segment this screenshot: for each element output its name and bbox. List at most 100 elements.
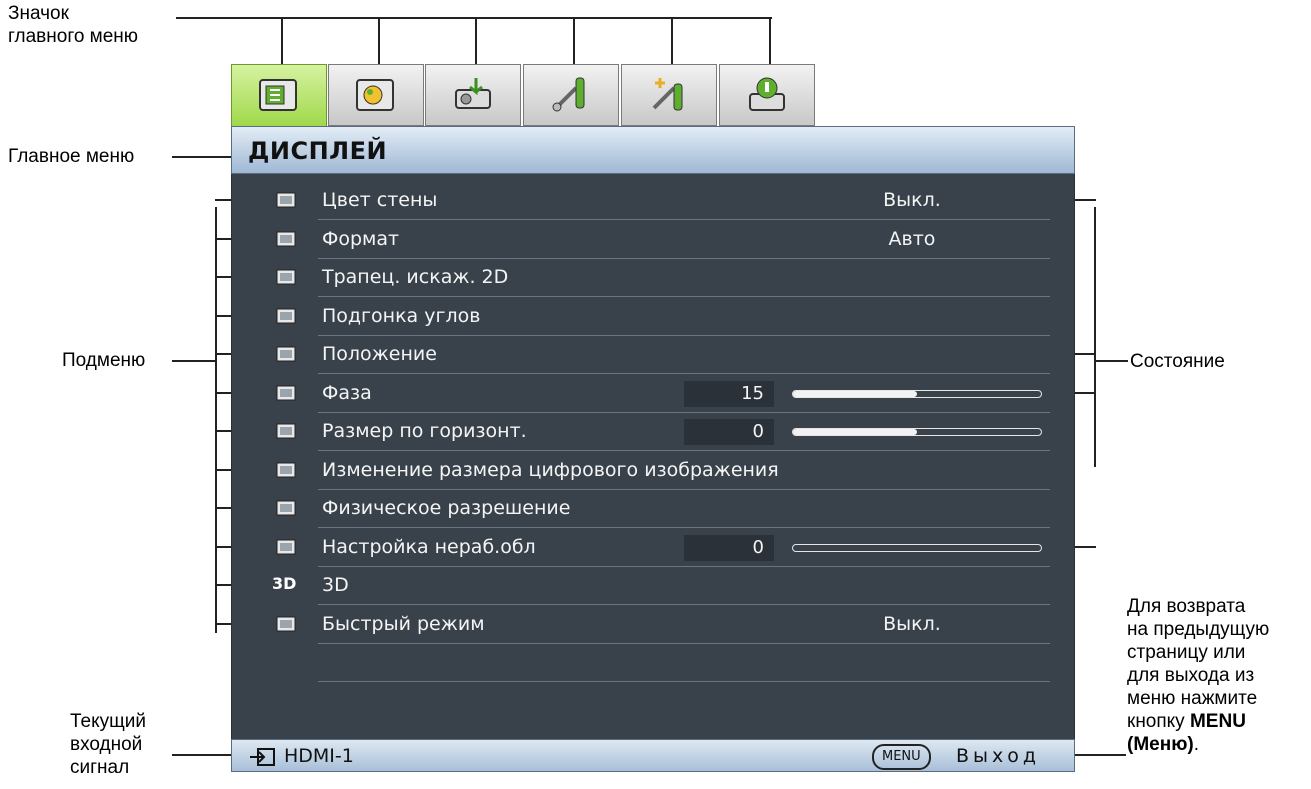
annotation-line: для выхода из (1127, 665, 1255, 686)
empty-row (232, 644, 1076, 682)
tab-display[interactable] (231, 64, 327, 128)
tab-source[interactable] (425, 64, 521, 126)
system-setup-advanced-icon (652, 78, 683, 111)
submenu-row[interactable]: Изменение размера цифрового изображения (232, 452, 1076, 490)
current-input-source: HDMI-1 (284, 745, 354, 767)
annotation-line: Значок (8, 3, 69, 24)
annotation-text: кнопку (1127, 711, 1190, 732)
tab-system-advanced[interactable] (621, 64, 717, 126)
submenu-row[interactable]: Быстрый режим Выкл. (232, 606, 1076, 644)
row-divider (318, 681, 1050, 682)
palette-icon (276, 191, 296, 209)
h-size-icon (276, 422, 296, 440)
submenu-label: Изменение размера цифрового изображения (322, 458, 779, 481)
source-menu-icon (455, 78, 491, 109)
submenu-label: Физическое разрешение (322, 497, 571, 519)
information-icon (749, 77, 785, 111)
submenu-row[interactable]: Цвет стены Выкл. (232, 182, 1076, 220)
exit-label[interactable]: Выход (956, 745, 1040, 767)
submenu-row[interactable]: Положение (232, 336, 1076, 374)
tab-information[interactable] (719, 64, 815, 126)
callout-line-tab6 (769, 17, 771, 67)
submenu-label: Размер по горизонт. (322, 420, 527, 442)
annotation-line: (Меню). (1127, 733, 1269, 756)
submenu-row[interactable]: Физическое разрешение (232, 490, 1076, 528)
callout-line-tab4 (573, 17, 575, 67)
submenu-row[interactable]: Фаза 15 (232, 375, 1076, 413)
submenu-label: 3D (322, 574, 349, 596)
submenu-row[interactable]: Подгонка углов (232, 298, 1076, 336)
osd-menu: ДИСПЛЕЙ Цвет стены Выкл. Формат Авто Трапец.… (231, 64, 1075, 772)
submenu-label: Настройка нераб.обл (322, 535, 536, 558)
annotation-line: страницу или (1127, 642, 1246, 663)
submenu-label: Формат (322, 227, 400, 250)
system-setup-basic-icon (552, 77, 585, 112)
callout-line-tab3 (475, 17, 477, 67)
callout-line-tabs-top (176, 17, 772, 19)
annotation-text: . (1193, 734, 1200, 755)
3d-icon: 3D (272, 574, 297, 593)
aspect-ratio-icon (276, 230, 296, 248)
submenu-label: Подгонка углов (322, 304, 481, 327)
value-box: 0 (684, 534, 774, 561)
submenu-row[interactable]: Размер по горизонт. 0 (232, 413, 1076, 451)
value-slider[interactable] (792, 428, 1042, 436)
annotation-line: на предыдущую (1127, 619, 1270, 640)
annotation-current-input: Текущий входной сигнал (70, 710, 146, 779)
submenu-label: Трапец. искаж. 2D (322, 266, 509, 288)
submenu-row[interactable]: Трапец. искаж. 2D (232, 259, 1076, 297)
annotation-line: входной (70, 734, 143, 755)
submenu-list: Цвет стены Выкл. Формат Авто Трапец. искаж. … (231, 174, 1075, 739)
annotation-line: меню нажмите (1127, 688, 1258, 709)
annotation-line: кнопку MENU (1127, 710, 1269, 733)
value-slider[interactable] (792, 389, 1042, 398)
value-box: 0 (684, 419, 774, 445)
annotation-back-hint: Для возврата на предыдущую страницу или … (1127, 595, 1269, 756)
annotation-main-menu: Главное меню (8, 146, 135, 167)
callout-line-tab2 (378, 17, 380, 67)
callout-line-main-menu (172, 156, 238, 158)
callout-line-tab1 (281, 17, 283, 67)
main-menu-header: ДИСПЛЕЙ (231, 126, 1075, 174)
native-resolution-icon (276, 499, 296, 517)
value-slider[interactable] (792, 543, 1042, 552)
digital-zoom-icon (276, 461, 296, 479)
phase-icon (276, 384, 296, 402)
callout-line-input (172, 754, 234, 756)
menu-key-badge[interactable]: MENU (872, 744, 931, 770)
submenu-row[interactable]: Настройка нераб.обл 0 (232, 529, 1076, 567)
annotation-main-menu-icon: Значок главного меню (8, 2, 138, 48)
slider-fill (793, 429, 917, 435)
annotation-bold: (Меню) (1127, 734, 1194, 755)
submenu-label: Положение (322, 343, 437, 365)
submenu-label: Быстрый режим (322, 612, 485, 635)
submenu-label: Цвет стены (322, 189, 438, 211)
slider-fill (793, 390, 917, 397)
annotation-line: сигнал (70, 757, 130, 778)
annotation-bold: MENU (1189, 711, 1246, 732)
annotation-line: Текущий (70, 711, 146, 732)
value-number: 15 (741, 382, 764, 404)
overscan-icon (276, 538, 296, 556)
fast-mode-icon (276, 615, 296, 633)
submenu-value: Выкл. (883, 189, 941, 211)
picture-menu-icon (356, 79, 394, 111)
tab-picture[interactable] (328, 64, 424, 126)
submenu-value: Авто (888, 227, 936, 250)
callout-bracket-submenu (215, 207, 217, 633)
main-menu-tabs (231, 64, 1075, 128)
display-menu-icon (259, 79, 297, 111)
submenu-label: Фаза (322, 381, 372, 404)
position-icon (276, 345, 296, 363)
corner-fit-icon (276, 307, 296, 325)
tab-system-basic[interactable] (523, 64, 619, 126)
input-source-icon (250, 748, 275, 766)
annotation-submenu: Подменю (62, 350, 146, 371)
menu-footer: HDMI-1 MENU Выход (231, 739, 1075, 772)
value-number: 0 (752, 536, 764, 558)
value-number: 0 (752, 421, 764, 442)
submenu-row[interactable]: Формат Авто (232, 221, 1076, 259)
submenu-row[interactable]: 3D 3D (232, 567, 1076, 605)
callout-line-submenu (172, 360, 216, 362)
annotation-line: главного меню (8, 26, 139, 47)
